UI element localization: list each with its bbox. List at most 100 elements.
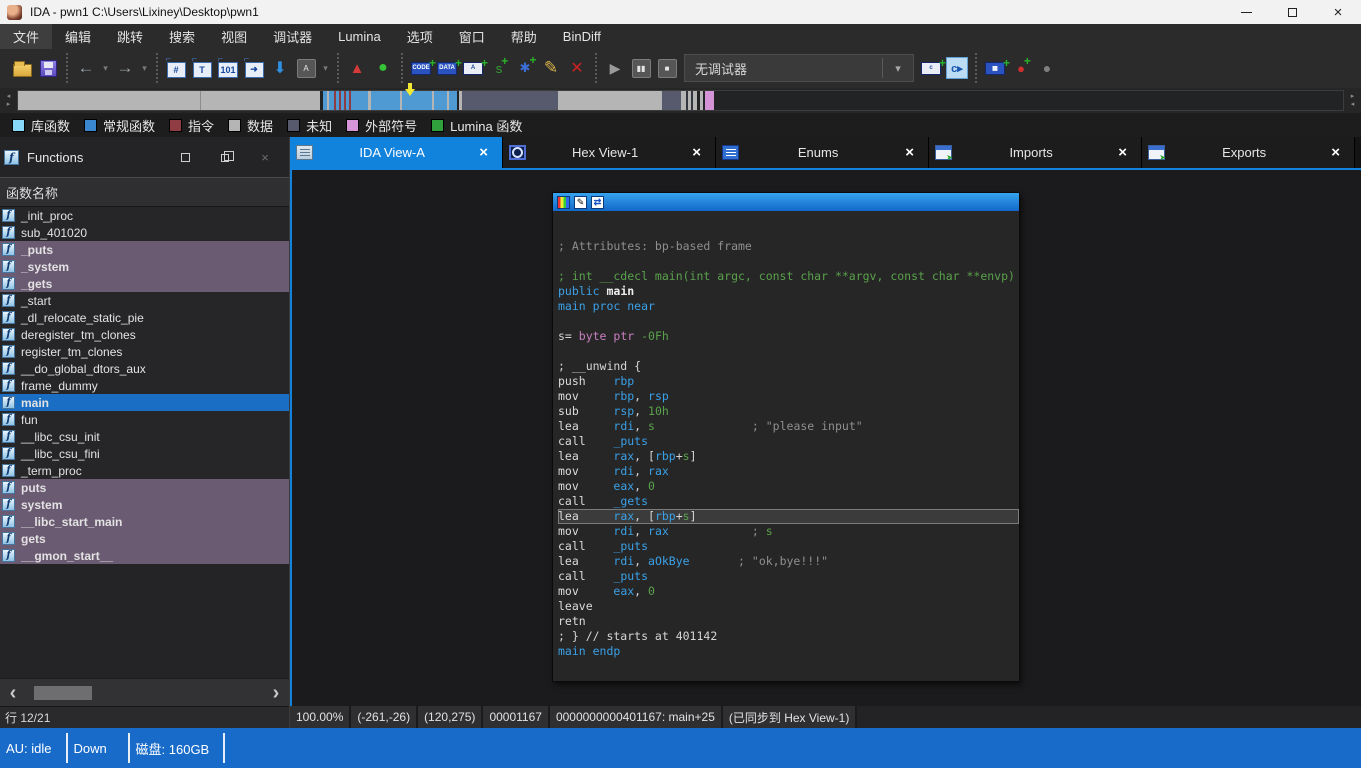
code-line[interactable]: mov eax, 0 bbox=[558, 479, 1019, 494]
attach-process-icon[interactable]: c+ bbox=[919, 56, 943, 80]
code-line[interactable]: retn bbox=[558, 614, 1019, 629]
save-file-icon[interactable] bbox=[36, 56, 60, 80]
code-line[interactable]: call _gets bbox=[558, 494, 1019, 509]
tab-close-icon[interactable]: × bbox=[471, 144, 496, 161]
problems-icon[interactable]: ▲ bbox=[345, 56, 369, 80]
panel-maximize-button[interactable] bbox=[165, 150, 205, 165]
hscroll-thumb[interactable] bbox=[34, 686, 92, 700]
make-star-icon[interactable]: ✱+ bbox=[513, 56, 537, 80]
function-row-_term_proc[interactable]: f_term_proc bbox=[0, 462, 289, 479]
disassembly-code[interactable]: ; Attributes: bp-based frame ; int __cde… bbox=[553, 211, 1019, 681]
navigate-back-icon[interactable]: ← bbox=[74, 56, 98, 80]
function-row-puts[interactable]: fputs bbox=[0, 479, 289, 496]
code-line[interactable]: ; } // starts at 401142 bbox=[558, 629, 1019, 644]
menu-item-Lumina[interactable]: Lumina bbox=[325, 26, 394, 47]
menu-item-窗口[interactable]: 窗口 bbox=[446, 24, 498, 49]
function-row-deregister_tm_clones[interactable]: fderegister_tm_clones bbox=[0, 326, 289, 343]
code-line[interactable]: main endp bbox=[558, 644, 1019, 659]
function-row-register_tm_clones[interactable]: fregister_tm_clones bbox=[0, 343, 289, 360]
debugger-windows-icon[interactable]: ▦+ bbox=[983, 56, 1007, 80]
menu-item-调试器[interactable]: 调试器 bbox=[260, 24, 325, 49]
lumina-status-icon[interactable]: ● bbox=[371, 56, 395, 80]
navband-scroll-right[interactable]: ▸◂ bbox=[1344, 93, 1361, 109]
tab-close-icon[interactable]: × bbox=[684, 144, 709, 161]
minimize-button[interactable] bbox=[1223, 0, 1269, 24]
tab-close-icon[interactable]: × bbox=[897, 144, 922, 161]
menu-item-跳转[interactable]: 跳转 bbox=[104, 24, 156, 49]
back-dropdown-icon[interactable]: ▾ bbox=[100, 56, 111, 80]
functions-column-header[interactable]: 函数名称 bbox=[0, 177, 289, 207]
code-line[interactable]: call _puts bbox=[558, 434, 1019, 449]
menu-item-编辑[interactable]: 编辑 bbox=[52, 24, 104, 49]
navigate-forward-icon[interactable]: → bbox=[113, 56, 137, 80]
menu-item-文件[interactable]: 文件 bbox=[0, 24, 52, 49]
navband-scroll-left[interactable]: ◂▸ bbox=[0, 93, 17, 109]
function-row-_start[interactable]: f_start bbox=[0, 292, 289, 309]
function-row-main[interactable]: fmain bbox=[0, 394, 289, 411]
hscroll-right-icon[interactable]: › bbox=[263, 683, 289, 703]
search-address-icon[interactable]: # bbox=[164, 56, 188, 80]
function-row-_puts[interactable]: f_puts bbox=[0, 241, 289, 258]
function-row-__gmon_start__[interactable]: f__gmon_start__ bbox=[0, 547, 289, 564]
code-line[interactable] bbox=[558, 254, 1019, 269]
make-name-icon[interactable]: A+ bbox=[461, 56, 485, 80]
code-line[interactable]: sub rsp, 10h bbox=[558, 404, 1019, 419]
code-line[interactable]: main proc near bbox=[558, 299, 1019, 314]
code-line[interactable]: public main bbox=[558, 284, 1019, 299]
open-file-icon[interactable] bbox=[10, 56, 34, 80]
forward-dropdown-icon[interactable]: ▾ bbox=[139, 56, 150, 80]
code-line[interactable] bbox=[558, 344, 1019, 359]
code-line[interactable]: mov rdi, rax bbox=[558, 464, 1019, 479]
code-line[interactable] bbox=[558, 314, 1019, 329]
function-row-__libc_csu_fini[interactable]: f__libc_csu_fini bbox=[0, 445, 289, 462]
function-row-__libc_csu_init[interactable]: f__libc_csu_init bbox=[0, 428, 289, 445]
code-line[interactable]: mov rdi, rax ; s bbox=[558, 524, 1019, 539]
search-binary-icon[interactable]: 101 bbox=[216, 56, 240, 80]
hscroll-track[interactable] bbox=[26, 679, 263, 706]
code-line[interactable]: s= byte ptr -0Fh bbox=[558, 329, 1019, 344]
tab-Exports[interactable]: Exports× bbox=[1142, 137, 1355, 168]
panel-close-button[interactable]: × bbox=[245, 150, 285, 165]
close-button[interactable]: × bbox=[1315, 0, 1361, 24]
tab-Imports[interactable]: Imports× bbox=[929, 137, 1142, 168]
breakpoint-add-icon[interactable]: ●+ bbox=[1009, 56, 1033, 80]
code-line[interactable]: lea rax, [rbp+s] bbox=[558, 449, 1019, 464]
edit-icon[interactable]: ✎ bbox=[539, 56, 563, 80]
code-line[interactable]: call _puts bbox=[558, 569, 1019, 584]
code-line[interactable]: lea rdi, s ; "please input" bbox=[558, 419, 1019, 434]
code-line[interactable]: ; __unwind { bbox=[558, 359, 1019, 374]
code-line[interactable]: call _puts bbox=[558, 539, 1019, 554]
undefine-icon[interactable]: ✕ bbox=[565, 56, 589, 80]
function-row-frame_dummy[interactable]: fframe_dummy bbox=[0, 377, 289, 394]
function-row-_init_proc[interactable]: f_init_proc bbox=[0, 207, 289, 224]
navigation-band[interactable] bbox=[17, 90, 1344, 111]
menu-item-视图[interactable]: 视图 bbox=[208, 24, 260, 49]
tab-Hex View-1[interactable]: Hex View-1× bbox=[503, 137, 716, 168]
panel-restore-button[interactable] bbox=[205, 150, 245, 165]
restore-button[interactable] bbox=[1269, 0, 1315, 24]
make-code-icon[interactable]: CODE+ bbox=[409, 56, 433, 80]
palette-icon[interactable] bbox=[557, 196, 570, 209]
function-row-__do_global_dtors_aux[interactable]: f__do_global_dtors_aux bbox=[0, 360, 289, 377]
ascii-string-icon[interactable]: A bbox=[294, 56, 318, 80]
code-line[interactable]: mov eax, 0 bbox=[558, 584, 1019, 599]
ascii-dropdown-icon[interactable]: ▾ bbox=[320, 56, 331, 80]
function-row-fun[interactable]: ffun bbox=[0, 411, 289, 428]
debugger-stop-icon[interactable]: ■ bbox=[655, 56, 679, 80]
hscroll-left-icon[interactable]: ‹ bbox=[0, 683, 26, 703]
code-line[interactable]: ; Attributes: bp-based frame bbox=[558, 239, 1019, 254]
code-line[interactable]: mov rbp, rsp bbox=[558, 389, 1019, 404]
tab-IDA View-A[interactable]: IDA View-A× bbox=[290, 137, 503, 168]
breakpoint-del-icon[interactable]: ● bbox=[1035, 56, 1059, 80]
code-line[interactable]: lea rdi, aOkBye ; "ok,bye!!!" bbox=[558, 554, 1019, 569]
menu-item-BinDiff[interactable]: BinDiff bbox=[550, 26, 614, 47]
search-next-icon[interactable]: ➜ bbox=[242, 56, 266, 80]
disassembly-window[interactable]: ✎⇄ ; Attributes: bp-based frame ; int __… bbox=[552, 192, 1020, 682]
function-row-_gets[interactable]: f_gets bbox=[0, 275, 289, 292]
function-row-sub_401020[interactable]: fsub_401020 bbox=[0, 224, 289, 241]
menu-item-选项[interactable]: 选项 bbox=[394, 24, 446, 49]
function-row-__libc_start_main[interactable]: f__libc_start_main bbox=[0, 513, 289, 530]
continue-process-icon[interactable]: c▸ bbox=[945, 56, 969, 80]
code-line[interactable]: push rbp bbox=[558, 374, 1019, 389]
function-row-_system[interactable]: f_system bbox=[0, 258, 289, 275]
